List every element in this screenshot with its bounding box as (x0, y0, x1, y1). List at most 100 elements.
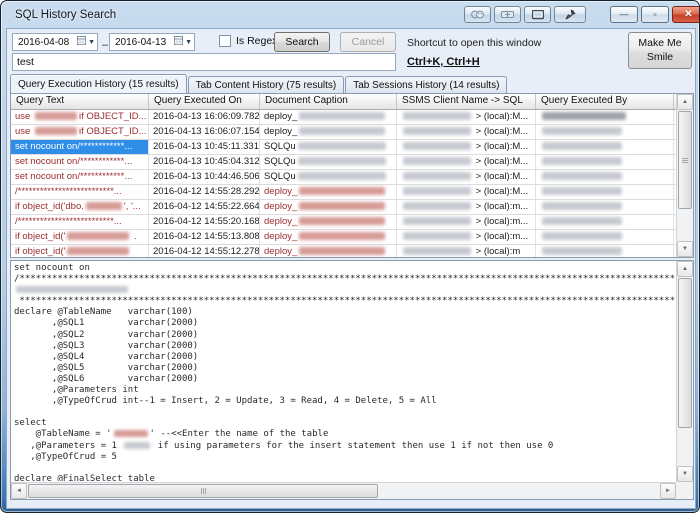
table-cell[interactable] (536, 110, 674, 124)
table-row[interactable]: if object_id('2016-04-12 14:55:12.278dep… (11, 245, 676, 258)
tab-1[interactable]: Tab Content History (75 results) (188, 76, 345, 93)
chevron-down-icon[interactable]: ▼ (185, 39, 192, 46)
table-cell[interactable] (536, 155, 674, 169)
table-cell[interactable]: > (local):M... (397, 140, 536, 154)
table-cell[interactable]: if object_id('dbo.', '... (11, 200, 149, 214)
scroll-down-icon[interactable]: ▼ (677, 241, 693, 257)
table-cell[interactable]: deploy_ (260, 245, 397, 258)
table-cell[interactable]: 2016-04-13 10:45:11.331 (149, 140, 260, 154)
pin-icon[interactable] (554, 6, 586, 23)
restore-button[interactable]: ▫ (641, 6, 669, 23)
table-cell[interactable]: if object_id(' . (11, 230, 149, 244)
table-cell[interactable]: deploy_ (260, 185, 397, 199)
table-cell[interactable]: SQLQu (260, 155, 397, 169)
table-cell[interactable]: 2016-04-13 10:45:04.312 (149, 155, 260, 169)
sql-vscroll-thumb[interactable] (678, 278, 692, 428)
table-cell[interactable]: set nocount on/************... (11, 155, 149, 169)
table-cell[interactable]: 2016-04-12 14:55:20.168 (149, 215, 260, 229)
table-row[interactable]: set nocount on/************...2016-04-13… (11, 140, 676, 155)
search-button[interactable]: Search (274, 32, 330, 52)
table-cell[interactable] (536, 185, 674, 199)
make-me-smile-button[interactable]: Make MeSmile (628, 32, 692, 69)
table-cell[interactable] (536, 215, 674, 229)
table-cell[interactable]: 2016-04-12 14:55:12.278 (149, 245, 260, 258)
table-cell[interactable]: 2016-04-13 16:06:09.782 (149, 110, 260, 124)
table-row[interactable]: /**************************...2016-04-12… (11, 185, 676, 200)
table-cell[interactable]: /**************************... (11, 185, 149, 199)
table-cell[interactable] (536, 125, 674, 139)
minimize-button[interactable]: — (610, 6, 638, 23)
table-row[interactable]: set nocount on/************...2016-04-13… (11, 155, 676, 170)
linked-windows-icon[interactable] (494, 6, 521, 23)
shortcut-keys[interactable]: Ctrl+K, Ctrl+H (407, 56, 480, 68)
sql-preview-pane[interactable]: set nocount on/*************************… (10, 260, 694, 500)
table-cell[interactable] (536, 170, 674, 184)
table-cell[interactable] (536, 230, 674, 244)
table-cell[interactable]: deploy_ (260, 230, 397, 244)
monitor-icon[interactable] (524, 6, 551, 23)
table-cell[interactable]: set nocount on/************... (11, 170, 149, 184)
scroll-down-icon[interactable]: ▼ (677, 466, 693, 482)
table-cell[interactable]: 2016-04-12 14:55:13.808 (149, 230, 260, 244)
table-cell[interactable] (536, 200, 674, 214)
table-cell[interactable]: deploy_ (260, 125, 397, 139)
chevron-down-icon[interactable]: ▼ (88, 39, 95, 46)
table-cell[interactable]: use if OBJECT_ID... (11, 125, 149, 139)
sql-vertical-scrollbar[interactable]: ▲ ▼ (676, 261, 693, 482)
table-cell[interactable]: 2016-04-13 10:44:46.506 (149, 170, 260, 184)
table-cell[interactable]: > (local):M... (397, 170, 536, 184)
scroll-right-icon[interactable]: ► (660, 483, 676, 499)
is-regex-checkbox[interactable]: Is Regex (219, 35, 277, 47)
calendar-icon (174, 36, 183, 48)
grid-scroll-thumb[interactable] (678, 111, 692, 209)
column-header[interactable]: SSMS Client Name -> SQL (397, 94, 536, 109)
close-button[interactable]: ✕ (672, 6, 700, 23)
table-cell[interactable]: > (local):m (397, 245, 536, 258)
search-input[interactable] (12, 53, 396, 71)
table-cell[interactable]: > (local):M... (397, 110, 536, 124)
masks-icon[interactable] (464, 6, 491, 23)
table-cell[interactable]: > (local):m... (397, 215, 536, 229)
table-row[interactable]: use if OBJECT_ID...2016-04-13 16:06:09.7… (11, 110, 676, 125)
table-cell[interactable]: if object_id(' (11, 245, 149, 258)
table-cell[interactable]: 2016-04-12 14:55:22.664 (149, 200, 260, 214)
titlebar[interactable]: SQL History Search — ▫ ✕ (1, 1, 699, 28)
table-cell[interactable]: SQLQu (260, 170, 397, 184)
table-cell[interactable]: /**************************... (11, 215, 149, 229)
tab-0[interactable]: Query Execution History (15 results) (10, 74, 187, 93)
table-cell[interactable]: > (local):M... (397, 155, 536, 169)
checkbox-icon[interactable] (219, 35, 231, 47)
table-cell[interactable] (536, 245, 674, 258)
date-from-picker[interactable]: 2016-04-08 ▼ (12, 33, 98, 51)
table-row[interactable]: if object_id('dbo.', '...2016-04-12 14:5… (11, 200, 676, 215)
table-cell[interactable]: set nocount on/************... (11, 140, 149, 154)
table-row[interactable]: set nocount on/************...2016-04-13… (11, 170, 676, 185)
table-cell[interactable]: 2016-04-13 16:06:07.154 (149, 125, 260, 139)
table-cell[interactable]: > (local):M... (397, 125, 536, 139)
sql-hscroll-thumb[interactable] (28, 484, 378, 498)
date-to-picker[interactable]: 2016-04-13 ▼ (109, 33, 195, 51)
table-cell[interactable]: > (local):m... (397, 230, 536, 244)
table-cell[interactable]: > (local):M... (397, 185, 536, 199)
table-row[interactable]: /**************************...2016-04-12… (11, 215, 676, 230)
column-header[interactable]: Query Executed By (536, 94, 674, 109)
tab-2[interactable]: Tab Sessions History (14 results) (345, 76, 507, 93)
table-cell[interactable]: deploy_ (260, 215, 397, 229)
table-row[interactable]: if object_id(' .2016-04-12 14:55:13.808d… (11, 230, 676, 245)
table-row[interactable]: use if OBJECT_ID...2016-04-13 16:06:07.1… (11, 125, 676, 140)
scroll-up-icon[interactable]: ▲ (677, 94, 693, 110)
table-cell[interactable]: 2016-04-12 14:55:28.292 (149, 185, 260, 199)
column-header[interactable]: Query Executed On (149, 94, 260, 109)
scroll-left-icon[interactable]: ◄ (11, 483, 27, 499)
sql-horizontal-scrollbar[interactable]: ◄ ► (11, 482, 676, 499)
table-cell[interactable]: > (local):m... (397, 200, 536, 214)
table-cell[interactable]: deploy_ (260, 110, 397, 124)
table-cell[interactable]: deploy_ (260, 200, 397, 214)
column-header[interactable]: Query Text (11, 94, 149, 109)
column-header[interactable]: Document Caption (260, 94, 397, 109)
table-cell[interactable] (536, 140, 674, 154)
table-cell[interactable]: SQLQu (260, 140, 397, 154)
scroll-up-icon[interactable]: ▲ (677, 261, 693, 277)
grid-vertical-scrollbar[interactable]: ▲ ▼ (676, 94, 693, 257)
table-cell[interactable]: use if OBJECT_ID... (11, 110, 149, 124)
